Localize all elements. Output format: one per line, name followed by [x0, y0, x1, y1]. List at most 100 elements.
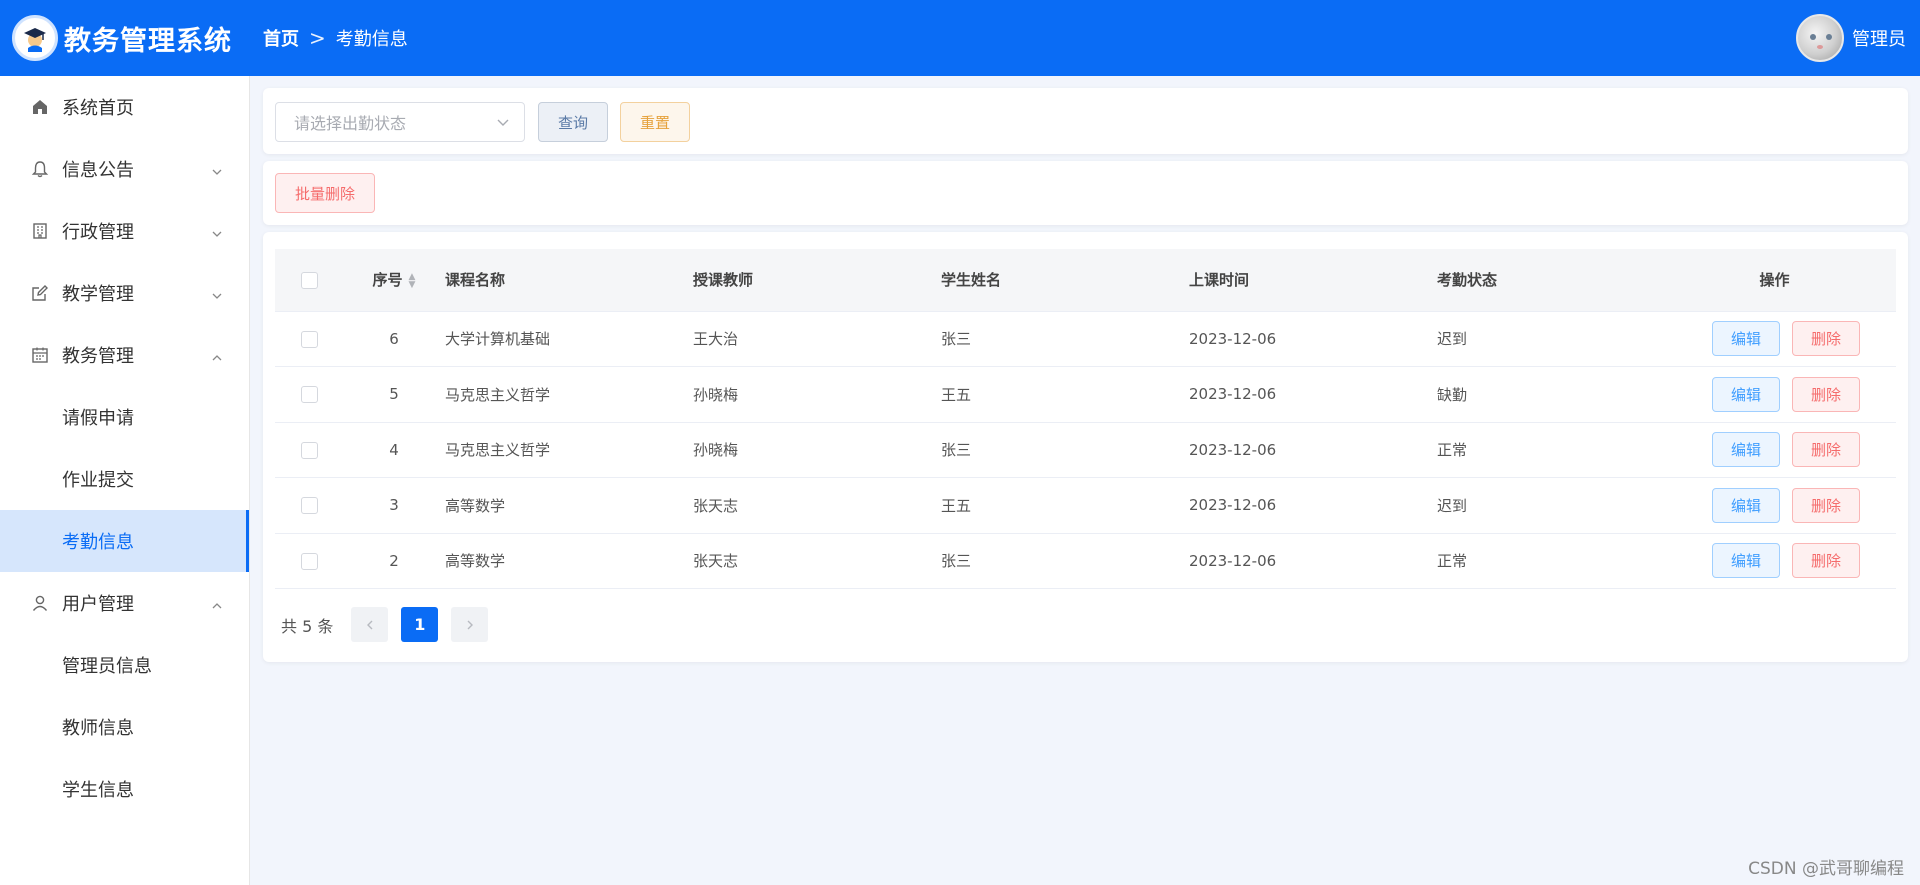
user-menu[interactable]: 管理员: [1796, 14, 1906, 62]
cell-status: 正常: [1437, 532, 1653, 589]
breadcrumb-home[interactable]: 首页: [263, 25, 299, 51]
cell-time: 2023-12-06: [1189, 366, 1437, 422]
toolbar-panel: 批量删除: [263, 161, 1908, 225]
sidebar-item-admin[interactable]: 行政管理: [0, 200, 249, 262]
column-header-student: 学生姓名: [941, 271, 1002, 290]
cell-status: 正常: [1437, 421, 1653, 478]
sidebar-item-leave[interactable]: 请假申请: [0, 386, 249, 448]
table-row: 3 高等数学 张天志 王五 2023-12-06 迟到 编辑 删除: [275, 477, 1896, 533]
delete-button[interactable]: 删除: [1792, 432, 1860, 468]
avatar[interactable]: [1796, 14, 1844, 62]
chevron-right-icon[interactable]: [451, 607, 489, 642]
sidebar-item-label: 教务管理: [62, 346, 134, 367]
breadcrumb: 首页 > 考勤信息: [263, 25, 408, 51]
sidebar-item-label: 系统首页: [62, 98, 134, 119]
chevron-up-icon: [211, 596, 223, 617]
cell-id: 4: [343, 421, 445, 478]
reset-button[interactable]: 重置: [620, 102, 690, 142]
page-number-current[interactable]: 1: [401, 607, 439, 642]
cell-time: 2023-12-06: [1189, 310, 1437, 367]
user-name[interactable]: 管理员: [1852, 25, 1906, 51]
top-header: 教务管理系统 首页 > 考勤信息 管理员: [0, 0, 1920, 76]
edit-button[interactable]: 编辑: [1712, 543, 1780, 579]
table-header-row: 序号 ▲ ▼ 课程名称 授课教师 学生姓名 上课时间 考勤状态 操作: [275, 249, 1896, 311]
table-row: 4 马克思主义哲学 孙晓梅 张三 2023-12-06 正常 编辑 删除: [275, 421, 1896, 478]
select-all-cell: [275, 249, 343, 311]
pagination: 共 5 条 1: [281, 607, 501, 642]
table-row: 5 马克思主义哲学 孙晓梅 王五 2023-12-06 缺勤 编辑 删除: [275, 366, 1896, 422]
sidebar: 系统首页 信息公告 行政管理 教学管理 教务管理 请假申请 作业提交 考勤信息 …: [0, 76, 250, 885]
attendance-status-select[interactable]: 请选择出勤状态: [275, 102, 525, 142]
sort-icon[interactable]: ▲ ▼: [409, 272, 416, 289]
delete-button[interactable]: 删除: [1792, 376, 1860, 412]
cell-time: 2023-12-06: [1189, 532, 1437, 589]
row-checkbox[interactable]: [300, 330, 318, 348]
row-checkbox[interactable]: [300, 386, 318, 404]
cell-teacher: 孙晓梅: [693, 366, 941, 422]
pagination-total: 共 5 条: [281, 616, 334, 636]
sidebar-item-label: 信息公告: [62, 160, 134, 181]
sidebar-item-teacher-info[interactable]: 教师信息: [0, 696, 249, 758]
sidebar-item-notice[interactable]: 信息公告: [0, 138, 249, 200]
cell-student: 王五: [941, 477, 1189, 533]
chevron-down-icon: [496, 114, 510, 133]
sidebar-item-label: 用户管理: [62, 594, 134, 615]
app-title: 教务管理系统: [64, 25, 232, 57]
cell-teacher: 孙晓梅: [693, 421, 941, 478]
cell-student: 张三: [941, 532, 1189, 589]
batch-delete-button[interactable]: 批量删除: [275, 173, 375, 213]
sidebar-item-student-info[interactable]: 学生信息: [0, 758, 249, 820]
school-logo-icon: [12, 15, 58, 61]
table-row: 6 大学计算机基础 王大治 张三 2023-12-06 迟到 编辑 删除: [275, 310, 1896, 367]
edit-button[interactable]: 编辑: [1712, 432, 1780, 468]
row-checkbox[interactable]: [300, 441, 318, 459]
sidebar-item-label: 行政管理: [62, 222, 134, 243]
cell-course: 高等数学: [445, 532, 693, 589]
delete-button[interactable]: 删除: [1792, 487, 1860, 523]
chevron-down-icon: [211, 162, 223, 183]
column-header-teacher: 授课教师: [693, 271, 754, 290]
row-checkbox[interactable]: [300, 552, 318, 570]
chevron-up-icon: [211, 348, 223, 369]
sidebar-item-admin-info[interactable]: 管理员信息: [0, 634, 249, 696]
cell-teacher: 张天志: [693, 477, 941, 533]
select-all-checkbox[interactable]: [300, 271, 318, 289]
sidebar-item-home[interactable]: 系统首页: [0, 76, 249, 138]
edit-button[interactable]: 编辑: [1712, 321, 1780, 357]
sidebar-item-users[interactable]: 用户管理: [0, 572, 249, 634]
cell-id: 6: [343, 310, 445, 367]
attendance-table: 序号 ▲ ▼ 课程名称 授课教师 学生姓名 上课时间 考勤状态 操作 6 大学计算机…: [275, 249, 1896, 589]
cell-id: 3: [343, 477, 445, 533]
logo-area[interactable]: 教务管理系统: [0, 15, 263, 61]
sidebar-item-academic[interactable]: 教务管理: [0, 324, 249, 386]
calendar-icon: [30, 345, 50, 365]
search-panel: 请选择出勤状态 查询 重置: [263, 88, 1908, 154]
edit-button[interactable]: 编辑: [1712, 376, 1780, 412]
cell-student: 张三: [941, 310, 1189, 367]
column-header-status: 考勤状态: [1437, 271, 1498, 290]
column-header-course: 课程名称: [445, 271, 506, 290]
sidebar-item-label: 教学管理: [62, 284, 134, 305]
sidebar-item-homework[interactable]: 作业提交: [0, 448, 249, 510]
edit-button[interactable]: 编辑: [1712, 487, 1780, 523]
chevron-down-icon: [211, 286, 223, 307]
cell-student: 张三: [941, 421, 1189, 478]
cell-teacher: 王大治: [693, 310, 941, 367]
select-placeholder: 请选择出勤状态: [294, 114, 407, 133]
cell-status: 迟到: [1437, 310, 1653, 367]
row-checkbox[interactable]: [300, 497, 318, 515]
cell-course: 大学计算机基础: [445, 310, 693, 367]
chevron-left-icon[interactable]: [351, 607, 389, 642]
query-button[interactable]: 查询: [538, 102, 608, 142]
delete-button[interactable]: 删除: [1792, 321, 1860, 357]
cell-id: 5: [343, 366, 445, 422]
delete-button[interactable]: 删除: [1792, 543, 1860, 579]
bell-icon: [30, 159, 50, 179]
building-icon: [30, 221, 50, 241]
column-header-id[interactable]: 序号 ▲ ▼: [343, 249, 445, 311]
sidebar-item-attendance[interactable]: 考勤信息: [0, 510, 249, 572]
cell-course: 马克思主义哲学: [445, 421, 693, 478]
edit-icon: [30, 283, 50, 303]
sidebar-item-teaching[interactable]: 教学管理: [0, 262, 249, 324]
cell-time: 2023-12-06: [1189, 477, 1437, 533]
